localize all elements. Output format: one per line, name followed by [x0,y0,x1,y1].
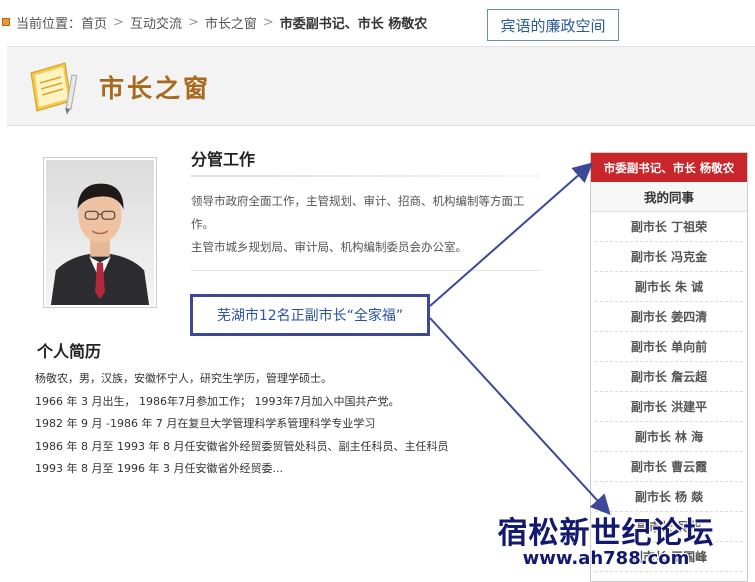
portrait-image [46,160,154,305]
breadcrumb-home-link[interactable]: 首页 [81,13,107,32]
breadcrumb-current: 市委副书记、市长 杨敬农 [279,16,428,32]
sidebar-item-colleague[interactable]: 副市长 朱 诚 [595,272,743,302]
sidebar-item-colleague[interactable]: 副市长 曹云霞 [595,452,743,482]
resume-line: 1966 年 3 月出生， 1986年7月参加工作； 1993年7月加入中国共产… [35,394,400,408]
sidebar-item-colleague[interactable]: 副市长 单向前 [595,332,743,362]
divider [191,175,541,177]
colleagues-sidebar: 市委副书记、市长 杨敬农 我的同事 副市长 丁祖荣 副市长 冯克金 副市长 朱 … [590,152,748,582]
sidebar-item-colleague[interactable]: 副市长 姜四清 [595,302,743,332]
annotation-callout-top: 宾语的廉政空间 [487,9,619,41]
chevron-right-icon: > [262,14,274,30]
resume-title: 个人简历 [37,342,102,361]
breadcrumb-bullet-icon [2,18,10,26]
resume-list: 杨敬农，男，汉族，安徽怀宁人，研究生学历，管理学硕士。 1966 年 3 月出生… [35,368,575,481]
chevron-right-icon: > [113,14,124,30]
sidebar-item-colleague[interactable]: 副市长 詹云超 [595,362,743,392]
sidebar-item-colleague[interactable]: 副市长 冯克金 [595,242,743,272]
annotation-callout-family-photo: 芜湖市12名正副市长“全家福” [190,294,430,336]
duties-line: 主管市城乡规划局、审计局、机构编制委员会办公室。 [191,240,467,254]
section-header: 市长之窗 [7,46,755,126]
sidebar-header[interactable]: 市委副书记、市长 杨敬农 [591,153,747,182]
sidebar-item-colleague[interactable]: 副市长 洪建平 [595,392,743,422]
duties-title: 分管工作 [191,150,256,169]
chevron-right-icon: > [187,14,199,30]
sidebar-item-colleague[interactable]: 副市长 林 海 [595,422,743,452]
duties-line: 领导市政府全面工作，主管规划、审计、招商、机构编制等方面工作。 [191,194,525,231]
resume-line: 1982 年 9 月 -1986 年 7 月在复旦大学管理科学系管理科学专业学习 [35,417,376,430]
mayor-portrait [43,157,157,308]
resume-line: 杨敬农，男，汉族，安徽怀宁人，研究生学历，管理学硕士。 [35,372,332,385]
notepad-pencil-icon [30,62,78,115]
sidebar-item-colleague[interactable]: 副市长 丁祖荣 [595,212,743,242]
sidebar-item-colleague[interactable]: 副市长 王国峰 [595,542,743,572]
breadcrumb-mayor-window-link[interactable]: 市长之窗 [205,13,257,32]
breadcrumb: 当前位置： 首页 > 互动交流 > 市长之窗 > 市委副书记、市长 杨敬农 [0,10,480,34]
duties-text: 领导市政府全面工作，主管规划、审计、招商、机构编制等方面工作。 主管市城乡规划局… [191,190,543,259]
sidebar-item-colleague[interactable]: 副市长 吴华 [595,512,743,542]
resume-line: 1993 年 8 月至 1996 年 3 月任安徽省外经贸委... [35,462,283,475]
sidebar-subtitle: 我的同事 [591,182,747,212]
page-title: 市长之窗 [99,74,212,103]
breadcrumb-prefix: 当前位置： [16,16,82,32]
sidebar-item-colleague[interactable]: 副市长 杨 燚 [595,482,743,512]
divider [191,270,541,271]
resume-line: 1986 年 8 月至 1993 年 8 月任安徽省外经贸委贸管处科员、副主任科… [35,439,449,453]
breadcrumb-interaction-link[interactable]: 互动交流 [130,13,182,32]
